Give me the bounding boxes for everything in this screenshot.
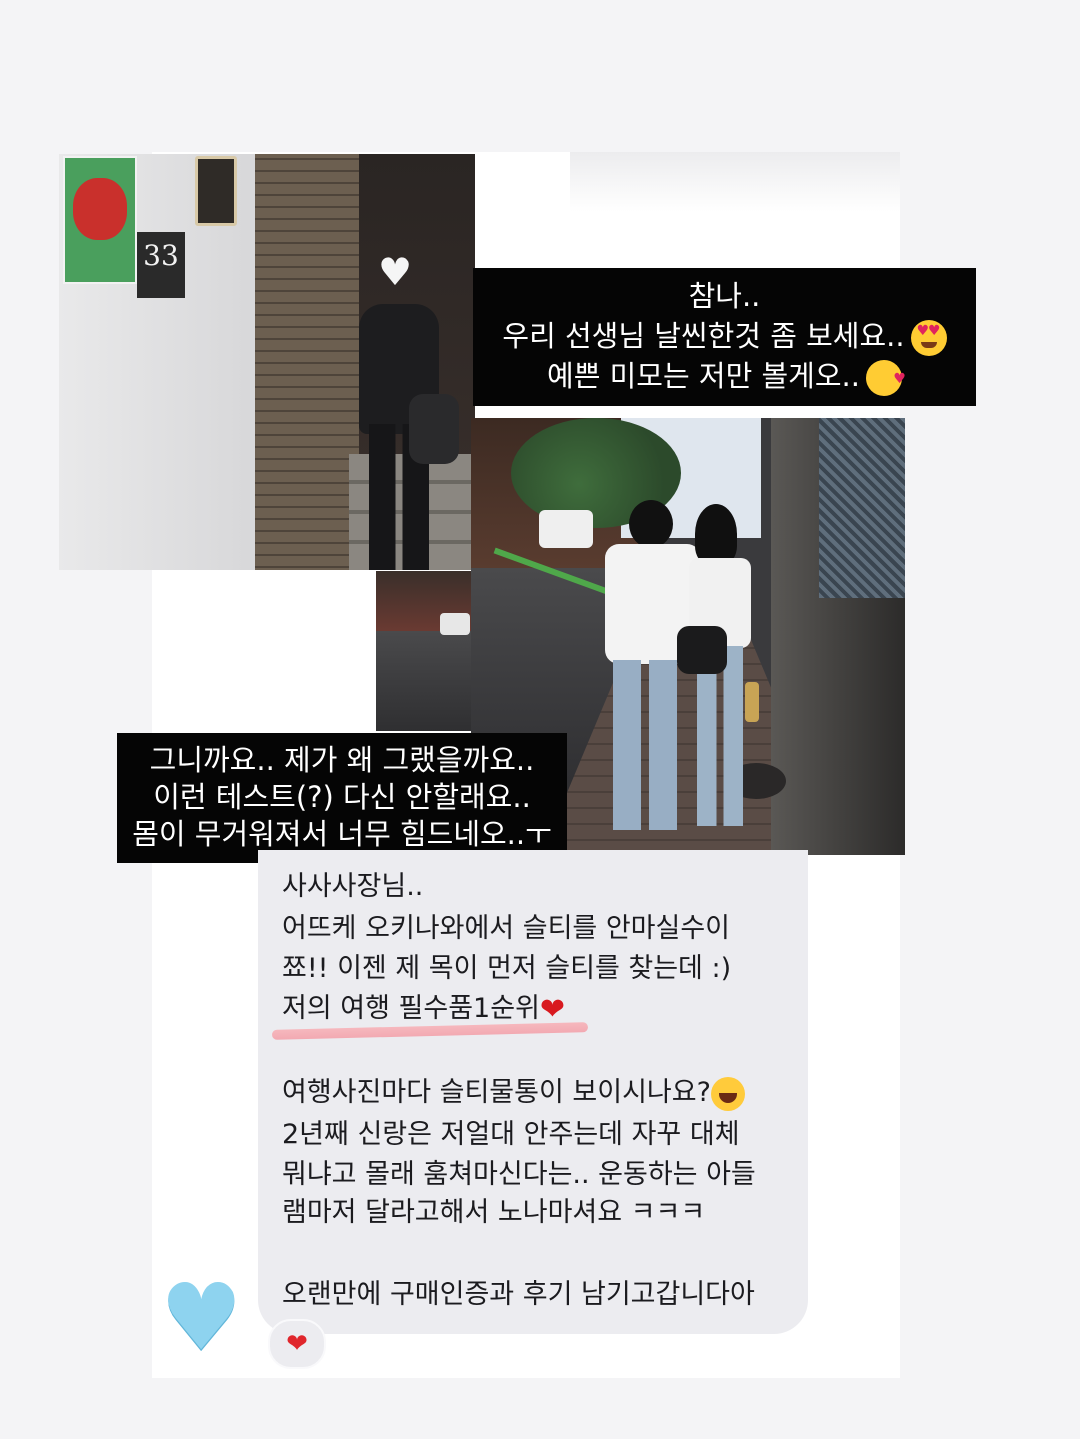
message-line-6-wrap: 여행사진마다 슬티물통이 보이시나요?: [282, 1074, 745, 1112]
caption-bottom-line-2: 이런 테스트(?) 다신 안할래요..: [153, 780, 531, 814]
blue-heart-icon: ♥: [160, 1264, 243, 1371]
card-top-fade: [570, 152, 900, 212]
message-line-4: 저의 여행 필수품1순위: [282, 993, 540, 1024]
caption-top-line-2: 우리 선생님 날씬한것 좀 보세요..: [502, 319, 905, 353]
caption-bottom-line-3: 몸이 무거워져서 너무 힘드네오..ㅜ: [132, 817, 552, 851]
message-line-6: 여행사진마다 슬티물통이 보이시나요?: [282, 1077, 711, 1108]
white-car: [440, 613, 470, 635]
couple-figures: [597, 500, 767, 840]
woman-head: [695, 504, 737, 564]
message-line-1: 사사사장님..: [282, 871, 424, 902]
man-head: [629, 500, 673, 548]
caption-top-line-2-wrap: 우리 선생님 날씬한것 좀 보세요..: [473, 316, 976, 356]
message-line-9: 램마저 달라고해서 노나마셔요 ㅋㅋㅋ: [282, 1197, 706, 1228]
building-number-plate: 33: [137, 232, 185, 298]
caption-top-line-1: 참나..: [688, 279, 761, 313]
photo-street-small[interactable]: [376, 571, 474, 731]
kissing-face-emoji-icon: [865, 360, 906, 396]
apple-icon: [73, 178, 127, 240]
caption-top: 참나.. 우리 선생님 날씬한것 좀 보세요.. 예쁜 미모는 저만 볼게오..: [473, 268, 976, 406]
caption-top-line-3: 예쁜 미모는 저만 볼게오..: [547, 359, 860, 393]
wall-lamp: [195, 156, 237, 226]
tears-of-joy-emoji-icon: [710, 1076, 745, 1111]
caption-top-line-3-wrap: 예쁜 미모는 저만 볼게오..: [473, 356, 976, 396]
white-van: [539, 510, 593, 548]
shoulder-bag: [409, 394, 459, 464]
man-jeans: [613, 660, 677, 830]
lattice-facade: [819, 418, 905, 598]
caption-bottom-line-1: 그니까요.. 제가 왜 그랬을까요..: [149, 743, 535, 777]
caption-bottom: 그니까요.. 제가 왜 그랬을까요.. 이런 테스트(?) 다신 안할래요.. …: [117, 733, 567, 863]
heart-eyes-emoji-icon: [910, 320, 947, 356]
road: [376, 631, 474, 731]
apple-poster: [63, 156, 137, 284]
message-line-7: 2년째 신랑은 저얼대 안주는데 자꾸 대체: [282, 1119, 740, 1150]
photo-doorway[interactable]: 33: [59, 154, 475, 570]
red-heart-icon: ❤: [539, 992, 566, 1027]
message-line-2: 어뜨케 오키나와에서 슬티를 안마실수이: [282, 913, 731, 944]
white-heart-icon: ♥: [378, 250, 413, 294]
message-line-4-wrap: 저의 여행 필수품1순위❤: [282, 990, 565, 1029]
tea-bottle: [745, 682, 759, 722]
message-line-3: 쬬!! 이젠 제 목이 먼저 슬티를 찾는데 :): [282, 953, 732, 984]
heart-reaction-badge[interactable]: ❤: [268, 1319, 326, 1369]
crossbody-bag: [677, 626, 727, 674]
message-line-8: 뭐냐고 몰래 훔쳐마신다는.. 운동하는 아들: [282, 1159, 756, 1190]
message-line-11: 오랜만에 구매인증과 후기 남기고갑니다아: [282, 1279, 755, 1310]
